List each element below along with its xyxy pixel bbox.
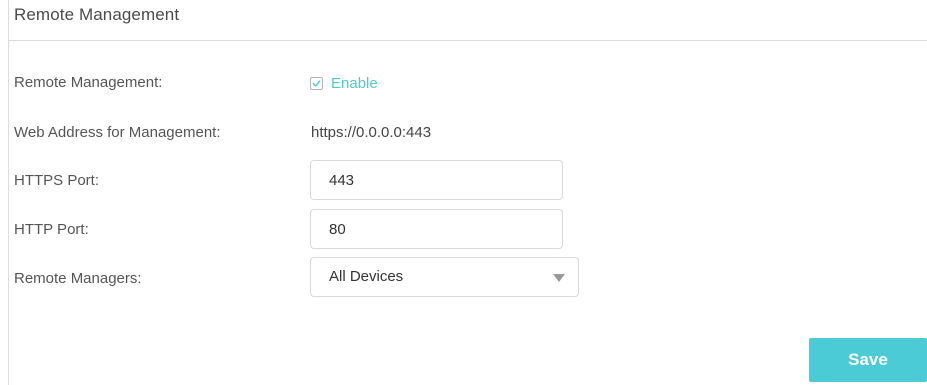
section-title: Remote Management bbox=[14, 5, 180, 24]
web-address-value: https://0.0.0.0:443 bbox=[311, 124, 432, 141]
http-port-input[interactable] bbox=[310, 209, 563, 249]
remote-management-panel: Remote Management Remote Management: Ena… bbox=[0, 0, 927, 385]
https-port-label: HTTPS Port: bbox=[14, 172, 100, 189]
remote-managers-select[interactable]: All Devices bbox=[310, 257, 579, 297]
enable-label[interactable]: Enable bbox=[331, 75, 378, 92]
remote-managers-label: Remote Managers: bbox=[14, 270, 142, 287]
remote-managers-selected-value: All Devices bbox=[329, 268, 404, 285]
https-port-input[interactable] bbox=[310, 160, 563, 200]
remote-management-label: Remote Management: bbox=[14, 74, 163, 91]
http-port-label: HTTP Port: bbox=[14, 221, 89, 238]
remote-management-enable-checkbox[interactable]: Enable bbox=[310, 75, 378, 92]
save-button[interactable]: Save bbox=[809, 338, 927, 382]
caret-down-icon bbox=[553, 274, 565, 282]
panel-left-border bbox=[8, 0, 9, 385]
web-address-label: Web Address for Management: bbox=[14, 124, 221, 141]
checkbox-box[interactable] bbox=[310, 77, 323, 90]
title-divider bbox=[9, 40, 927, 41]
checkmark-icon bbox=[312, 80, 321, 87]
